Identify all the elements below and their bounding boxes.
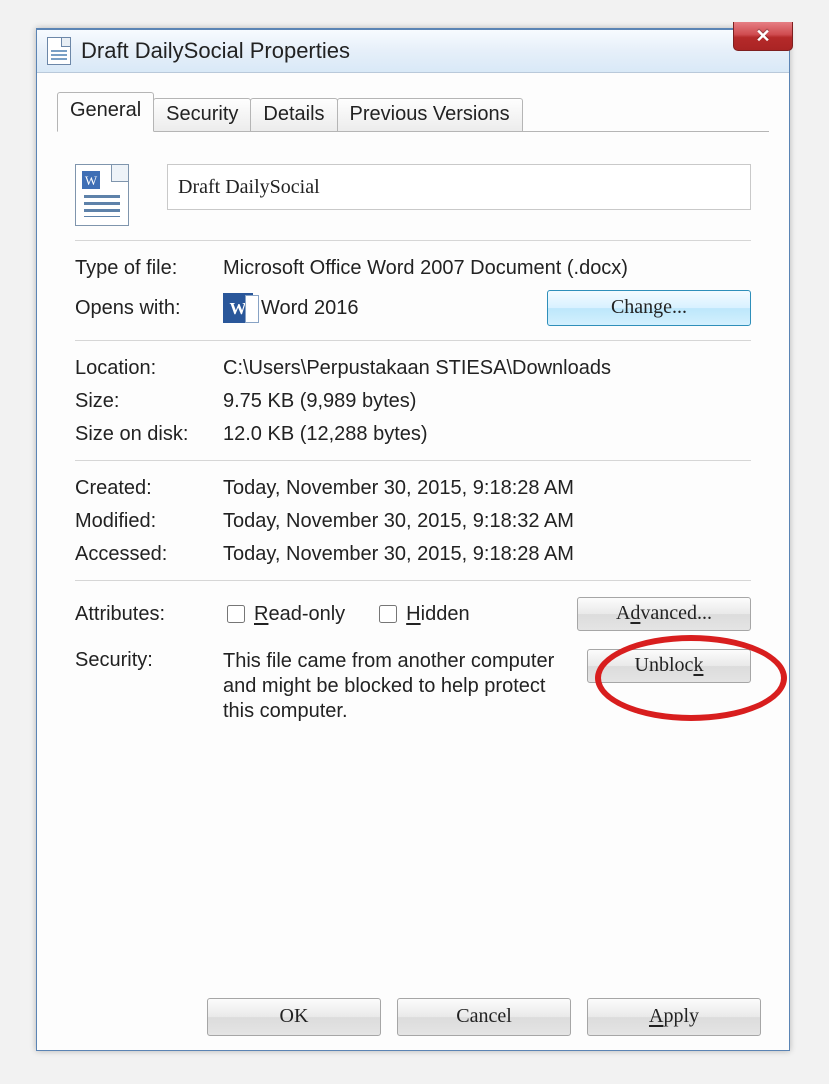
opens-with-value: Word 2016	[261, 297, 358, 320]
cancel-button[interactable]: Cancel	[397, 998, 571, 1036]
location-value: C:\Users\Perpustakaan STIESA\Downloads	[223, 357, 611, 380]
created-value: Today, November 30, 2015, 9:18:28 AM	[223, 477, 574, 500]
file-type-icon	[75, 164, 129, 226]
size-value: 9.75 KB (9,989 bytes)	[223, 390, 416, 413]
modified-value: Today, November 30, 2015, 9:18:32 AM	[223, 510, 574, 533]
accessed-label: Accessed:	[75, 543, 223, 566]
unblock-mnemonic: k	[693, 654, 703, 676]
client-area: General Security Details Previous Versio…	[37, 73, 789, 744]
readonly-mnemonic: R	[254, 603, 268, 625]
apply-button[interactable]: Apply	[587, 998, 761, 1036]
security-text: This file came from another computer and…	[223, 649, 587, 724]
read-only-checkbox[interactable]: Read-only	[223, 602, 345, 626]
accessed-value: Today, November 30, 2015, 9:18:28 AM	[223, 543, 574, 566]
modified-label: Modified:	[75, 510, 223, 533]
document-icon	[47, 37, 71, 65]
readonly-text: ead-only	[268, 603, 345, 625]
title-bar[interactable]: Draft DailySocial Properties ✕	[37, 30, 789, 73]
separator	[75, 340, 751, 341]
properties-dialog: Draft DailySocial Properties ✕ General S…	[36, 28, 790, 1051]
unblock-button[interactable]: Unblock	[587, 649, 751, 683]
read-only-checkbox-input[interactable]	[227, 605, 245, 623]
apply-mnemonic: A	[649, 1005, 663, 1027]
hidden-checkbox-input[interactable]	[379, 605, 397, 623]
window-title: Draft DailySocial Properties	[81, 38, 350, 64]
hidden-checkbox[interactable]: Hidden	[375, 602, 469, 626]
security-label: Security:	[75, 649, 223, 672]
tab-security[interactable]: Security	[153, 98, 251, 131]
location-label: Location:	[75, 357, 223, 380]
tab-details[interactable]: Details	[250, 98, 337, 131]
tab-strip: General Security Details Previous Versio…	[57, 93, 769, 132]
attributes-label: Attributes:	[75, 603, 223, 626]
size-label: Size:	[75, 390, 223, 413]
separator	[75, 240, 751, 241]
advanced-button[interactable]: Advanced...	[577, 597, 751, 631]
ok-button[interactable]: OK	[207, 998, 381, 1036]
type-of-file-label: Type of file:	[75, 257, 223, 280]
close-button[interactable]: ✕	[733, 22, 793, 51]
size-on-disk-label: Size on disk:	[75, 423, 223, 446]
separator	[75, 580, 751, 581]
advanced-mnemonic: d	[630, 602, 640, 624]
size-on-disk-value: 12.0 KB (12,288 bytes)	[223, 423, 428, 446]
tab-general[interactable]: General	[57, 92, 154, 132]
file-name-input[interactable]	[167, 164, 751, 210]
hidden-mnemonic: H	[406, 603, 420, 625]
separator	[75, 460, 751, 461]
dialog-buttons: OK Cancel Apply	[207, 998, 761, 1036]
tab-previous-versions[interactable]: Previous Versions	[337, 98, 523, 131]
word-icon	[223, 293, 253, 323]
general-tab-body: Type of file: Microsoft Office Word 2007…	[57, 132, 769, 744]
created-label: Created:	[75, 477, 223, 500]
opens-with-label: Opens with:	[75, 297, 223, 320]
type-of-file-value: Microsoft Office Word 2007 Document (.do…	[223, 257, 628, 280]
hidden-text: idden	[421, 603, 470, 625]
change-button[interactable]: Change...	[547, 290, 751, 326]
